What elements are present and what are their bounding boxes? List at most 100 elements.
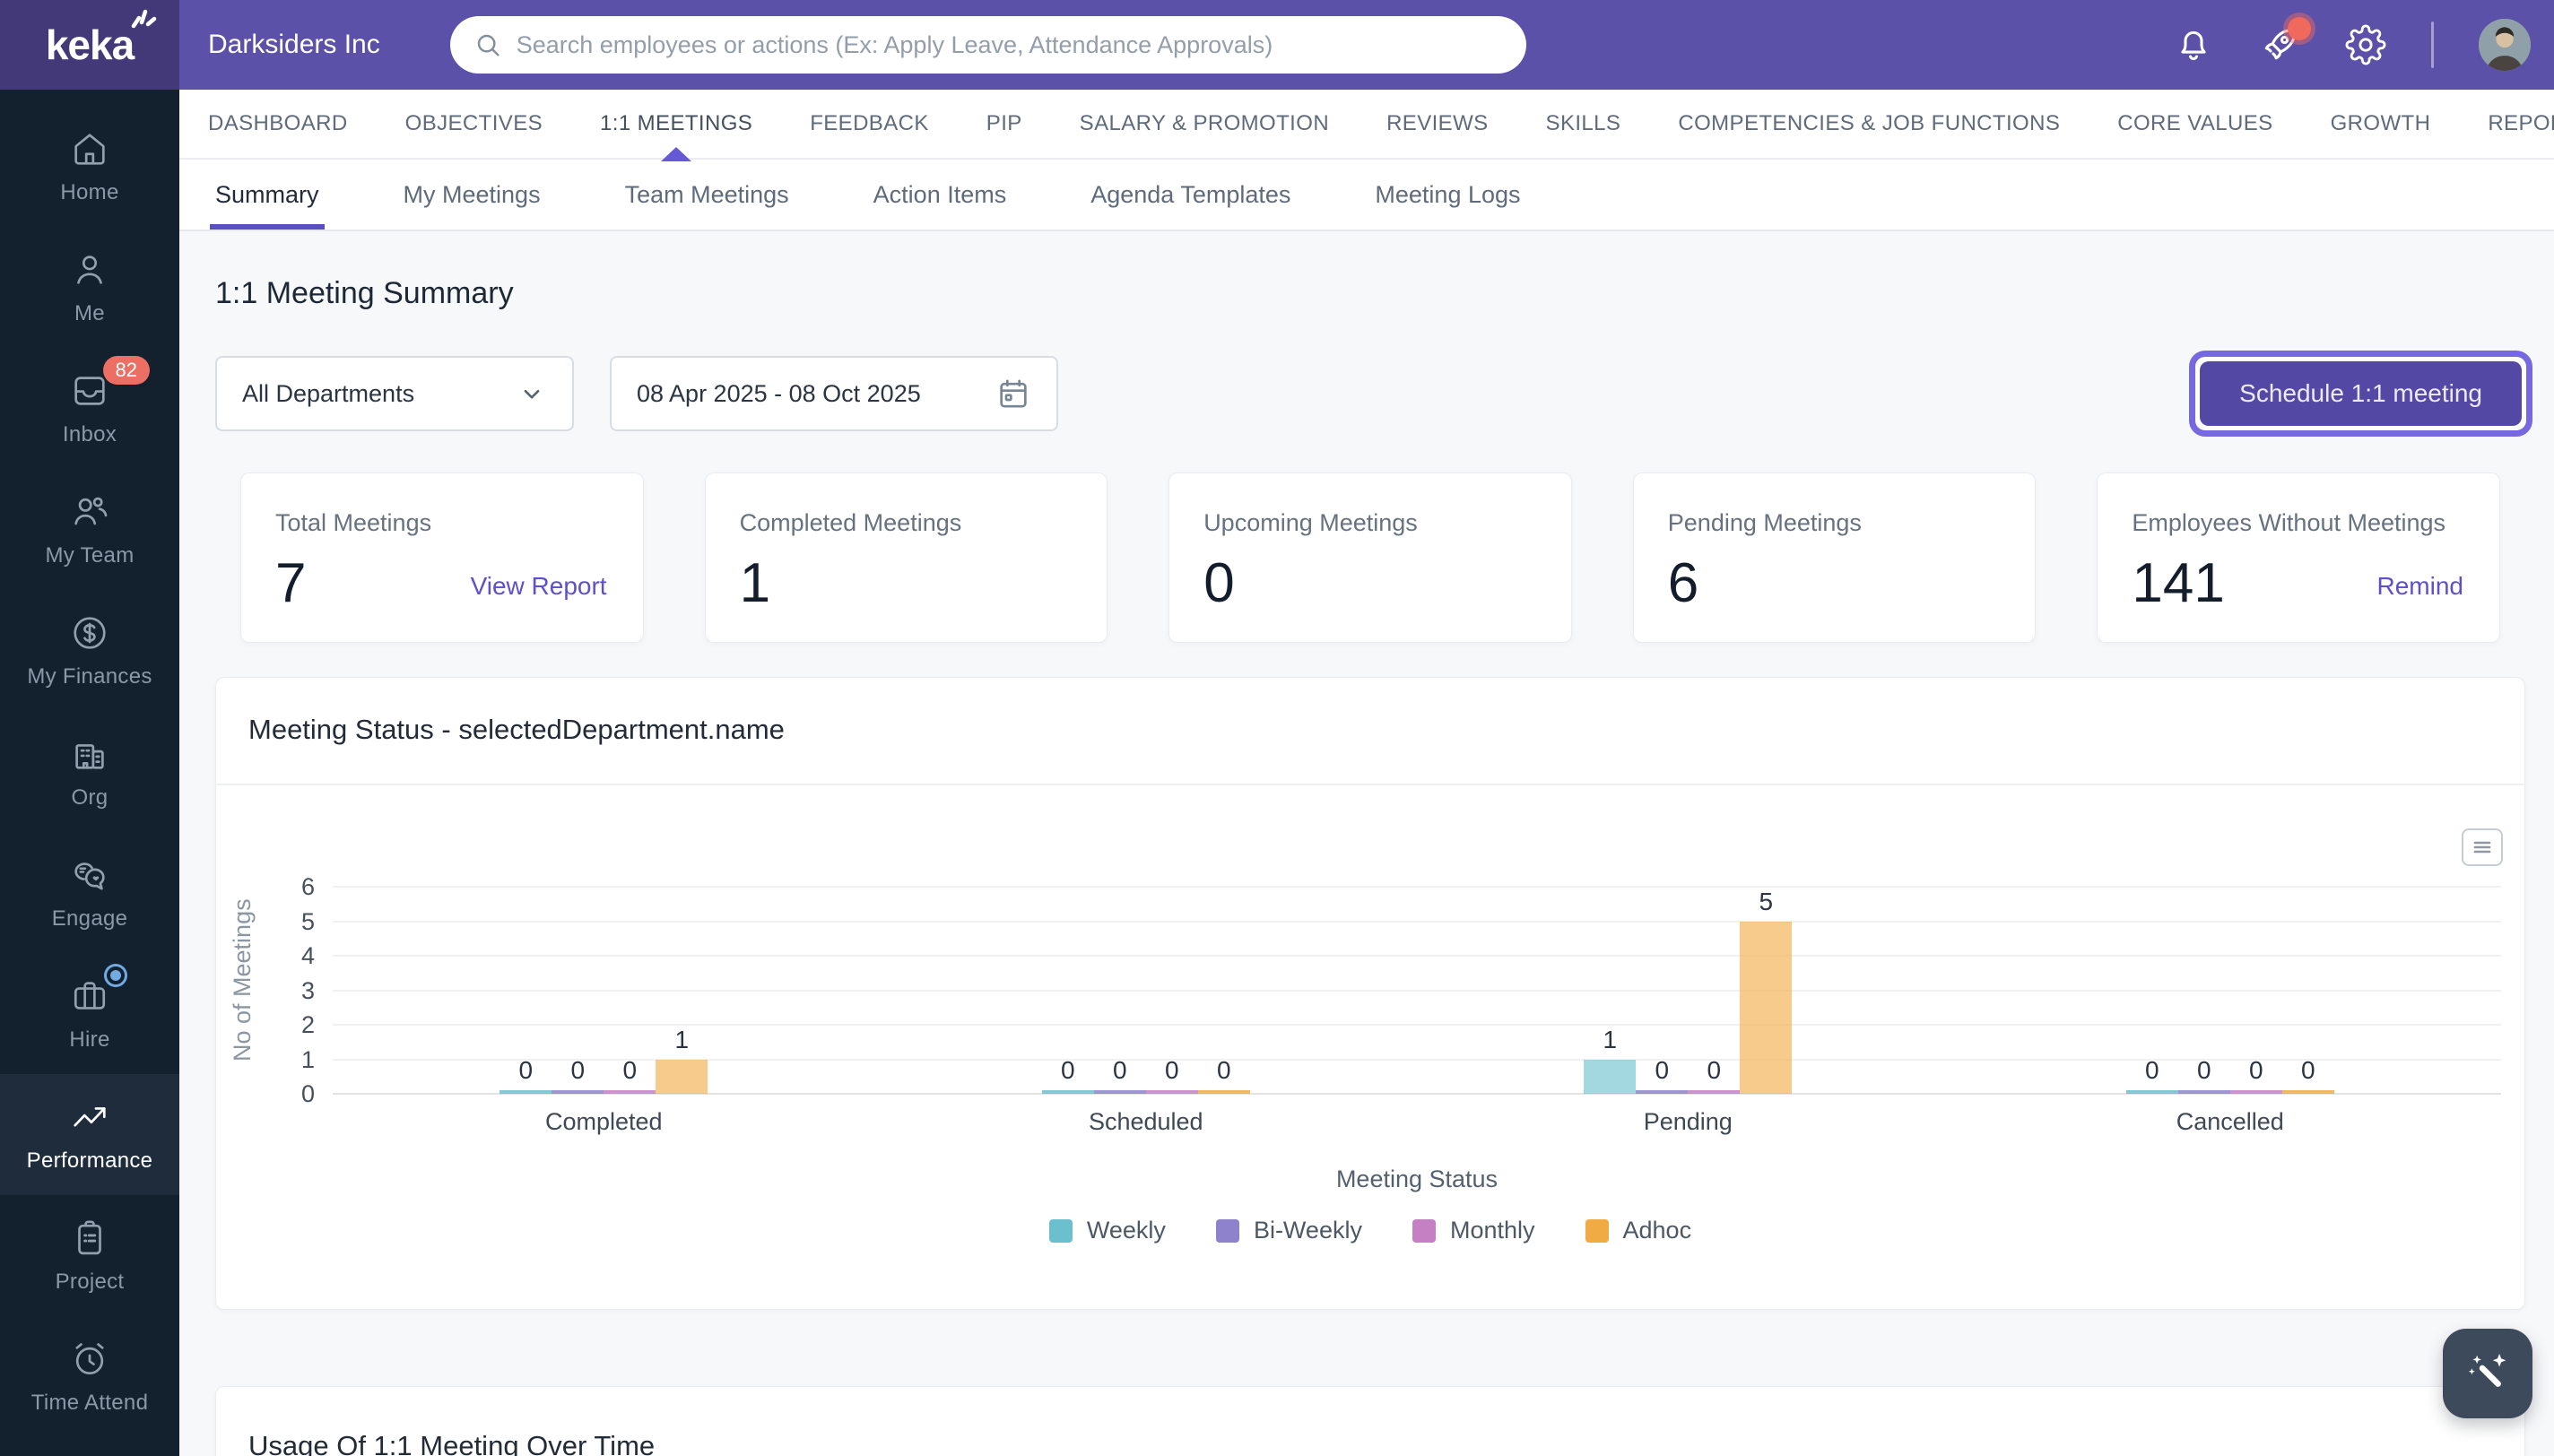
sidebar-item-project[interactable]: Project (0, 1195, 179, 1316)
summary-card-pending-meetings: Pending Meetings6 (1633, 472, 2037, 643)
card-label: Pending Meetings (1668, 509, 2002, 537)
magic-wand-assistant-button[interactable] (2443, 1329, 2532, 1418)
tab-reviews[interactable]: REVIEWS (1386, 90, 1488, 158)
finances-icon (69, 612, 110, 654)
card-link-remind[interactable]: Remind (2376, 572, 2463, 601)
subtab-summary[interactable]: Summary (215, 160, 319, 230)
whats-new-rocket-icon[interactable] (2259, 24, 2300, 65)
bar-weekly-scheduled: 0 (1042, 1056, 1094, 1094)
tab-reports[interactable]: REPORTS (2488, 90, 2554, 158)
bar-value-label: 0 (1655, 1056, 1669, 1085)
logo-spark-icon (130, 6, 157, 30)
bar-value-label: 0 (1217, 1056, 1231, 1085)
bar (1198, 1090, 1250, 1094)
subtab-meeting-logs[interactable]: Meeting Logs (1375, 160, 1520, 230)
bar (1146, 1090, 1198, 1094)
tab-core-values[interactable]: CORE VALUES (2117, 90, 2272, 158)
legend-swatch (1585, 1219, 1609, 1243)
card-label: Upcoming Meetings (1203, 509, 1537, 537)
project-icon (69, 1218, 110, 1259)
bar (1740, 922, 1792, 1095)
bar (1636, 1090, 1688, 1094)
sidebar-item-hire[interactable]: Hire (0, 953, 179, 1074)
secondary-nav: Summary My Meetings Team Meetings Action It… (179, 160, 2554, 231)
inbox-count-badge: 82 (103, 356, 150, 385)
summary-card-employees-without-meetings: Employees Without Meetings141Remind (2097, 472, 2500, 643)
primary-nav: DASHBOARD OBJECTIVES 1:1 MEETINGS FEEDBACK P… (179, 90, 2554, 160)
performance-icon (69, 1096, 110, 1138)
tab-pip[interactable]: PIP (986, 90, 1022, 158)
bar (2282, 1090, 2334, 1094)
bar-adhoc-scheduled: 0 (1198, 1056, 1250, 1094)
bar-weekly-completed: 0 (500, 1056, 552, 1094)
department-select[interactable]: All Departments (215, 356, 574, 431)
bar-value-label: 0 (1165, 1056, 1179, 1085)
bar (1094, 1090, 1146, 1094)
tab-objectives[interactable]: OBJECTIVES (405, 90, 543, 158)
inbox-icon: 82 (69, 370, 110, 412)
bar-value-label: 5 (1759, 888, 1773, 916)
global-search (450, 16, 1526, 74)
sidebar-item-me[interactable]: Me (0, 227, 179, 348)
schedule-1-1-meeting-button[interactable]: Schedule 1:1 meeting (2200, 361, 2522, 426)
sidebar-item-inbox[interactable]: 82Inbox (0, 348, 179, 469)
card-link-view-report[interactable]: View Report (471, 572, 607, 601)
bar-adhoc-cancelled: 0 (2282, 1056, 2334, 1094)
sidebar-item-home[interactable]: Home (0, 106, 179, 227)
summary-card-completed-meetings: Completed Meetings1 (705, 472, 1108, 643)
bar-bi-weekly-pending: 0 (1636, 1056, 1688, 1094)
bar-group-pending: 1005Pending (1417, 848, 1959, 1094)
legend-item-bi-weekly[interactable]: Bi-Weekly (1216, 1217, 1362, 1244)
magic-wand-icon (2462, 1348, 2514, 1400)
tab-growth[interactable]: GROWTH (2331, 90, 2431, 158)
legend-item-weekly[interactable]: Weekly (1049, 1217, 1166, 1244)
tab-1-1-meetings[interactable]: 1:1 MEETINGS (600, 90, 752, 158)
keka-logo[interactable]: keka (0, 0, 179, 90)
subtab-agenda-templates[interactable]: Agenda Templates (1090, 160, 1290, 230)
bar (1042, 1090, 1094, 1094)
team-icon (69, 491, 110, 533)
card-label: Employees Without Meetings (2132, 509, 2465, 537)
y-tick-label: 1 (268, 1046, 315, 1074)
bar-bi-weekly-completed: 0 (552, 1056, 604, 1094)
y-axis-title: No of Meetings (229, 848, 256, 1112)
sidebar-item-label: Me (74, 301, 105, 326)
sidebar-item-time-attend[interactable]: Time Attend (0, 1316, 179, 1437)
hire-icon (69, 975, 110, 1017)
sidebar-item-performance[interactable]: Performance (0, 1074, 179, 1195)
time-icon (69, 1339, 110, 1380)
tab-salary-promotion[interactable]: SALARY & PROMOTION (1080, 90, 1329, 158)
legend-item-monthly[interactable]: Monthly (1412, 1217, 1535, 1244)
summary-card-upcoming-meetings: Upcoming Meetings0 (1168, 472, 1572, 643)
y-tick-label: 6 (268, 873, 315, 901)
subtab-action-items[interactable]: Action Items (873, 160, 1007, 230)
sidebar-item-org[interactable]: Org (0, 711, 179, 832)
notifications-bell-icon[interactable] (2173, 24, 2214, 65)
subtab-my-meetings[interactable]: My Meetings (404, 160, 541, 230)
sidebar-item-my-team[interactable]: My Team (0, 469, 179, 590)
bar (1584, 1060, 1636, 1095)
sidebar-item-engage[interactable]: Engage (0, 832, 179, 953)
sidebar-item-my-finances[interactable]: My Finances (0, 590, 179, 711)
org-icon (69, 733, 110, 775)
bar-value-label: 1 (1603, 1026, 1617, 1054)
search-icon (473, 30, 502, 59)
settings-gear-icon[interactable] (2345, 24, 2386, 65)
search-input[interactable] (450, 16, 1526, 74)
tab-dashboard[interactable]: DASHBOARD (208, 90, 348, 158)
date-range-value: 08 Apr 2025 - 08 Oct 2025 (637, 380, 921, 408)
date-range-picker[interactable]: 08 Apr 2025 - 08 Oct 2025 (610, 356, 1058, 431)
tab-competencies-job-functions[interactable]: COMPETENCIES & JOB FUNCTIONS (1678, 90, 2060, 158)
bar (2230, 1090, 2282, 1094)
card-value: 1 (740, 551, 1073, 615)
bar (1688, 1090, 1740, 1094)
legend-item-adhoc[interactable]: Adhoc (1585, 1217, 1692, 1244)
profile-avatar[interactable] (2479, 19, 2531, 71)
legend-label: Adhoc (1623, 1217, 1692, 1244)
tab-skills[interactable]: SKILLS (1546, 90, 1621, 158)
tab-feedback[interactable]: FEEDBACK (810, 90, 929, 158)
header-divider (2431, 22, 2434, 68)
sidebar: Home Me 82InboxMy TeamMy FinancesOrgEngage… (0, 90, 179, 1456)
sidebar-item-label: Performance (27, 1148, 153, 1174)
subtab-team-meetings[interactable]: Team Meetings (625, 160, 789, 230)
